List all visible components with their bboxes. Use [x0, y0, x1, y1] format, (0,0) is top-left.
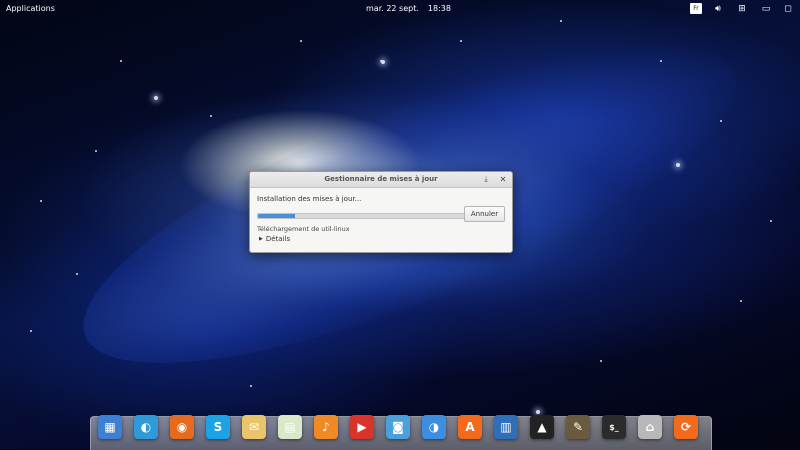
minimize-down-icon[interactable]: ⤓: [481, 174, 491, 185]
details-label: Détails: [265, 235, 291, 243]
inkscape-icon[interactable]: ▲: [530, 415, 554, 439]
multitasking-view-icon[interactable]: ▦: [98, 415, 122, 439]
download-status-text: Téléchargement de util-linux: [257, 225, 350, 233]
document-viewer-icon[interactable]: ▥: [494, 415, 518, 439]
status-heading: Installation des mises à jour...: [257, 195, 362, 203]
calendar-icon[interactable]: ▤: [278, 415, 302, 439]
gimp-icon[interactable]: ✎: [566, 415, 590, 439]
keyboard-layout-indicator[interactable]: Fr: [690, 3, 702, 14]
settings-toggle-icon[interactable]: ◑: [422, 415, 446, 439]
top-panel: Applications mar. 22 sept. 18:38 Fr 🔊︎ ⊞ …: [0, 0, 800, 18]
date-label: mar. 22 sept.: [366, 4, 419, 13]
clock-indicator[interactable]: mar. 22 sept. 18:38: [366, 0, 460, 18]
video-player-icon[interactable]: ▶: [350, 415, 374, 439]
skype-icon[interactable]: S: [206, 415, 230, 439]
update-manager-icon[interactable]: ⟳: [674, 415, 698, 439]
notifications-icon[interactable]: ◻: [782, 3, 794, 15]
dialog-title: Gestionnaire de mises à jour: [324, 175, 438, 183]
music-icon[interactable]: ♪: [314, 415, 338, 439]
photos-icon[interactable]: ◙: [386, 415, 410, 439]
mail-icon[interactable]: ✉: [242, 415, 266, 439]
terminal-icon[interactable]: $_: [602, 415, 626, 439]
dock: ▦ ◐ ◉ S ✉ ▤ ♪ ▶ ◙ ◑ A ▥ ▲ ✎ $_ ⌂ ⟳: [90, 415, 712, 450]
applications-menu[interactable]: Applications: [6, 0, 55, 18]
firefox-icon[interactable]: ◉: [170, 415, 194, 439]
files-icon[interactable]: ⌂: [638, 415, 662, 439]
battery-icon[interactable]: ▭: [760, 3, 772, 15]
app-center-icon[interactable]: A: [458, 415, 482, 439]
dialog-titlebar[interactable]: Gestionnaire de mises à jour ⤓ ✕: [250, 172, 512, 188]
cancel-button[interactable]: Annuler: [464, 206, 505, 222]
progress-bar: [257, 213, 465, 219]
close-icon[interactable]: ✕: [498, 174, 508, 185]
web-browser-icon[interactable]: ◐: [134, 415, 158, 439]
network-icon[interactable]: ⊞: [736, 3, 748, 15]
details-expander[interactable]: ▶ Détails: [259, 235, 290, 243]
progress-fill: [258, 214, 296, 218]
update-manager-dialog: Gestionnaire de mises à jour ⤓ ✕ Install…: [249, 171, 513, 253]
time-label: 18:38: [427, 4, 451, 13]
expander-arrow-icon: ▶: [259, 236, 263, 242]
volume-icon[interactable]: 🔊︎: [712, 3, 724, 15]
